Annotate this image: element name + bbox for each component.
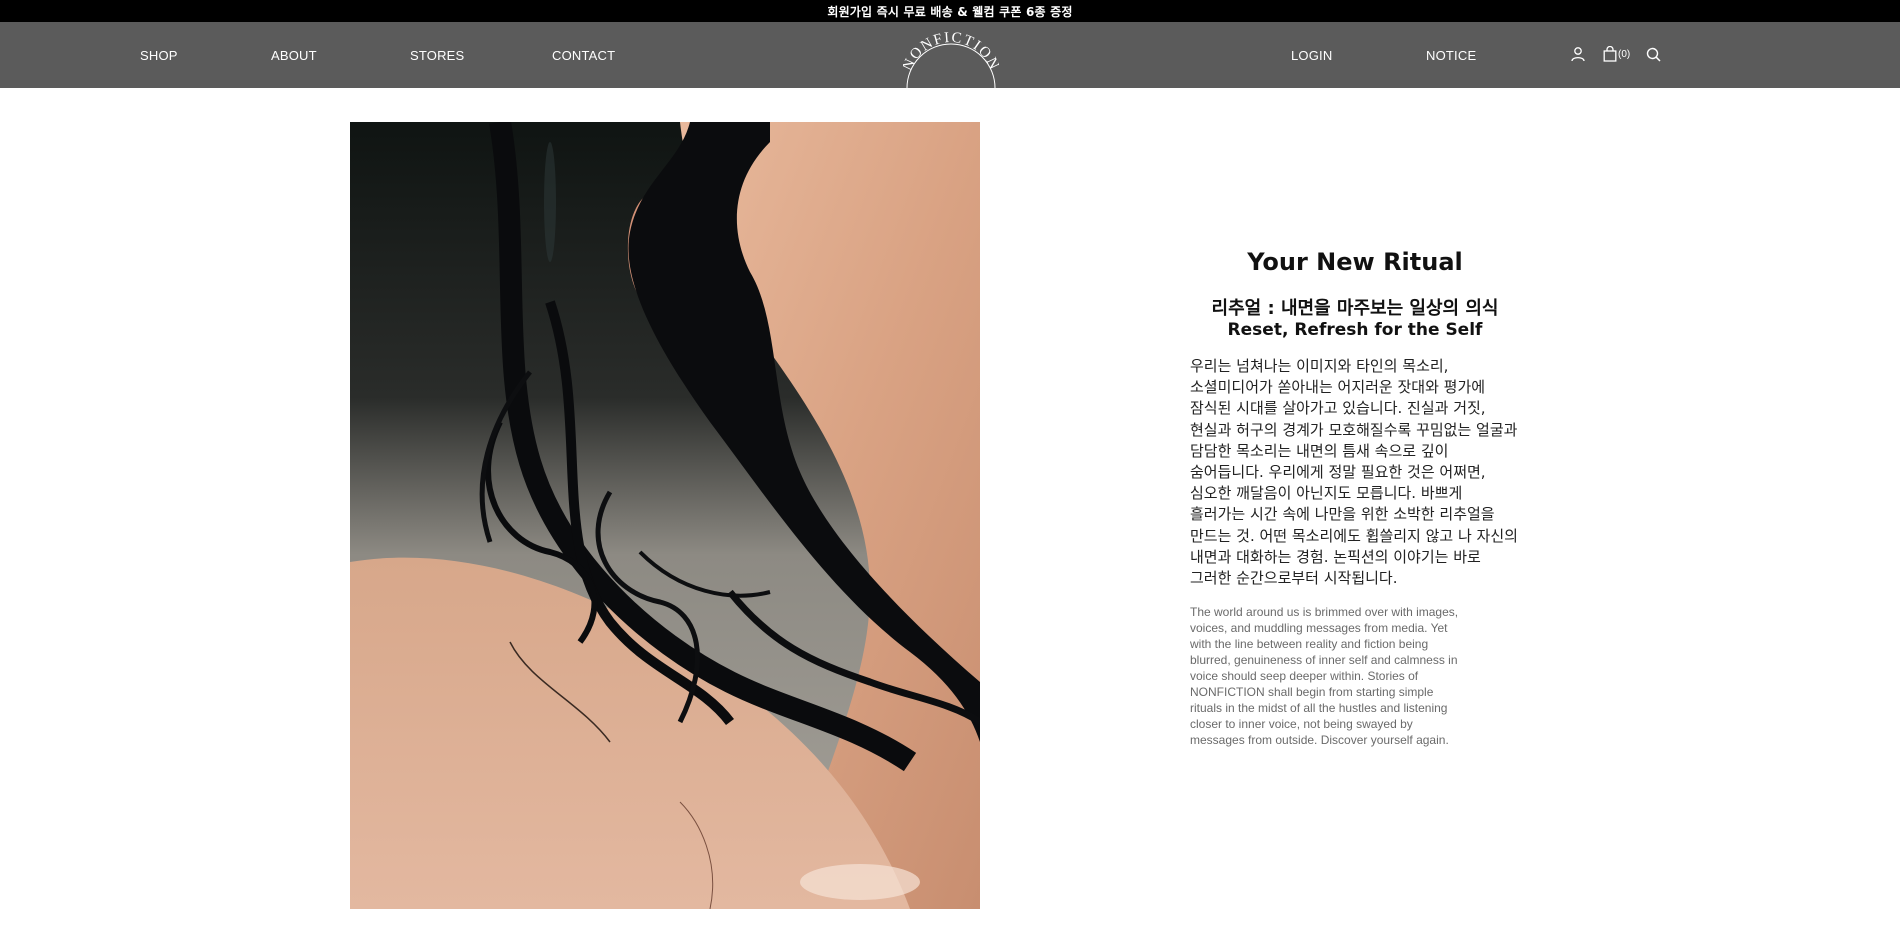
search-button[interactable]: [1646, 42, 1661, 66]
hero-body-korean: 우리는 넘쳐나는 이미지와 타인의 목소리, 소셜미디어가 쏟아내는 어지러운 …: [1190, 357, 1518, 588]
account-button[interactable]: [1570, 42, 1586, 66]
hero-title: Your New Ritual: [1247, 248, 1463, 276]
hero-body-english: The world around us is brimmed over with…: [1190, 605, 1459, 747]
hero-subtitle-english: Reset, Refresh for the Self: [1227, 320, 1483, 340]
logo-text: NONFICTION: [900, 30, 1001, 74]
announcement-bar: 회원가입 즉시 무료 배송 & 웰컴 쿠폰 6종 증정: [0, 0, 1900, 22]
hero-photo: [350, 122, 980, 909]
nav-login[interactable]: LOGIN: [1291, 22, 1332, 88]
nav-contact[interactable]: CONTACT: [552, 22, 615, 88]
site-header: SHOP ABOUT STORES CONTACT NONFICTION LOG…: [0, 22, 1900, 89]
svg-text:NONFICTION: NONFICTION: [903, 30, 999, 74]
nonfiction-logo[interactable]: NONFICTION: [900, 24, 1001, 89]
search-icon: [1646, 47, 1661, 62]
nav-about[interactable]: ABOUT: [271, 22, 317, 88]
nav-shop[interactable]: SHOP: [140, 22, 178, 88]
hero-subtitle-korean: 리추얼 : 내면을 마주보는 일상의 의식: [1211, 298, 1499, 319]
announcement-text: 회원가입 즉시 무료 배송 & 웰컴 쿠폰 6종 증정: [827, 4, 1073, 19]
user-icon: [1571, 47, 1585, 62]
shopping-bag-icon: [1603, 46, 1617, 62]
cart-button[interactable]: (0): [1603, 42, 1630, 66]
nav-stores[interactable]: STORES: [410, 22, 464, 88]
nav-notice[interactable]: NOTICE: [1426, 22, 1476, 88]
cart-count: (0): [1618, 48, 1631, 60]
